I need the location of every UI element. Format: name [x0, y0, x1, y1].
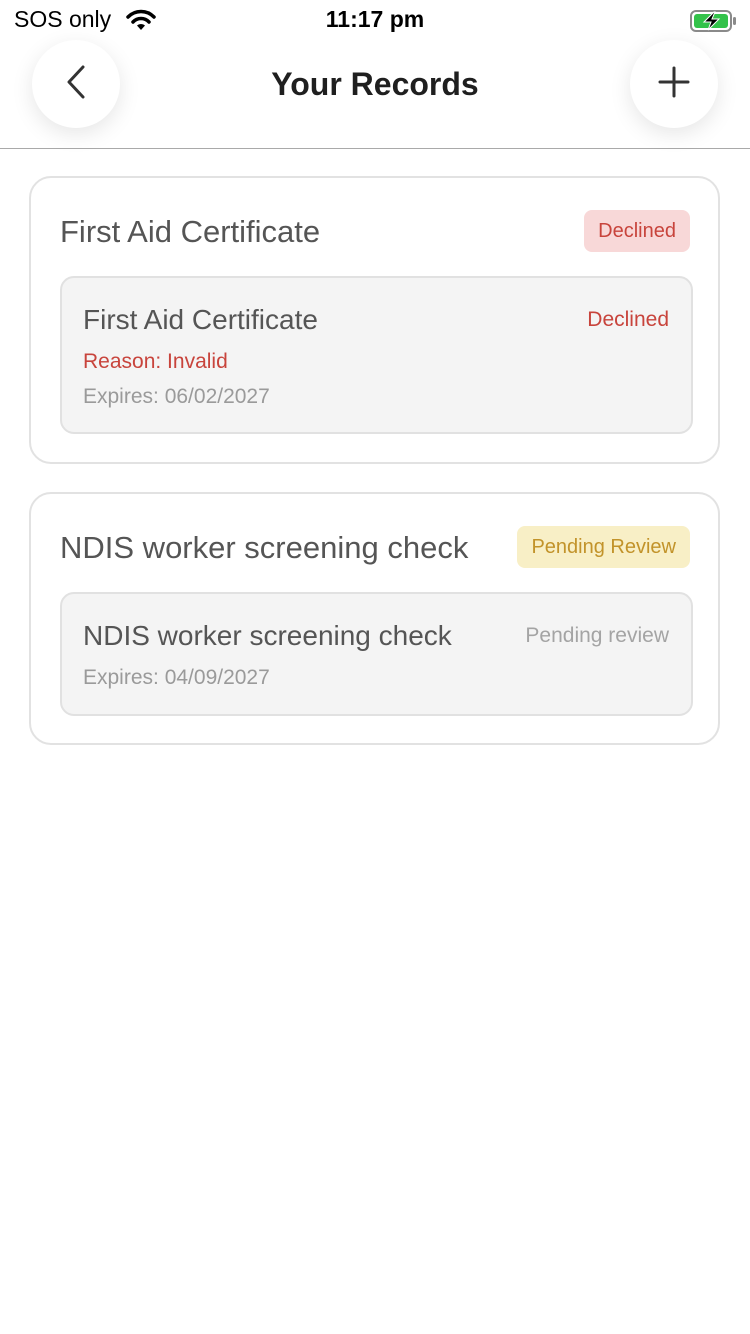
add-record-button[interactable] — [630, 40, 718, 128]
status-badge: Pending Review — [517, 526, 690, 568]
document-item[interactable]: First Aid Certificate Declined Reason: I… — [60, 276, 693, 434]
status-bar: SOS only 11:17 pm — [0, 0, 750, 40]
document-name: NDIS worker screening check — [83, 620, 452, 651]
clock: 11:17 pm — [325, 6, 425, 32]
document-status: Declined — [587, 308, 669, 331]
document-status: Pending review — [525, 624, 669, 647]
expiry-date: Expires: 06/02/2027 — [83, 385, 270, 408]
record-title: First Aid Certificate — [60, 214, 321, 249]
decline-reason: Reason: Invalid — [83, 350, 228, 373]
record-card-ndis[interactable]: NDIS worker screening check Pending Revi… — [29, 492, 720, 745]
document-name: First Aid Certificate — [83, 304, 318, 335]
plus-icon — [658, 66, 690, 103]
record-title: NDIS worker screening check — [60, 530, 469, 565]
record-card-first-aid[interactable]: First Aid Certificate Declined First Aid… — [29, 176, 720, 464]
status-badge: Declined — [584, 210, 690, 252]
expiry-date: Expires: 04/09/2027 — [83, 666, 270, 689]
battery-charging-icon — [690, 9, 738, 38]
navigation-header: Your Records — [0, 40, 750, 149]
document-item[interactable]: NDIS worker screening check Pending revi… — [60, 592, 693, 716]
